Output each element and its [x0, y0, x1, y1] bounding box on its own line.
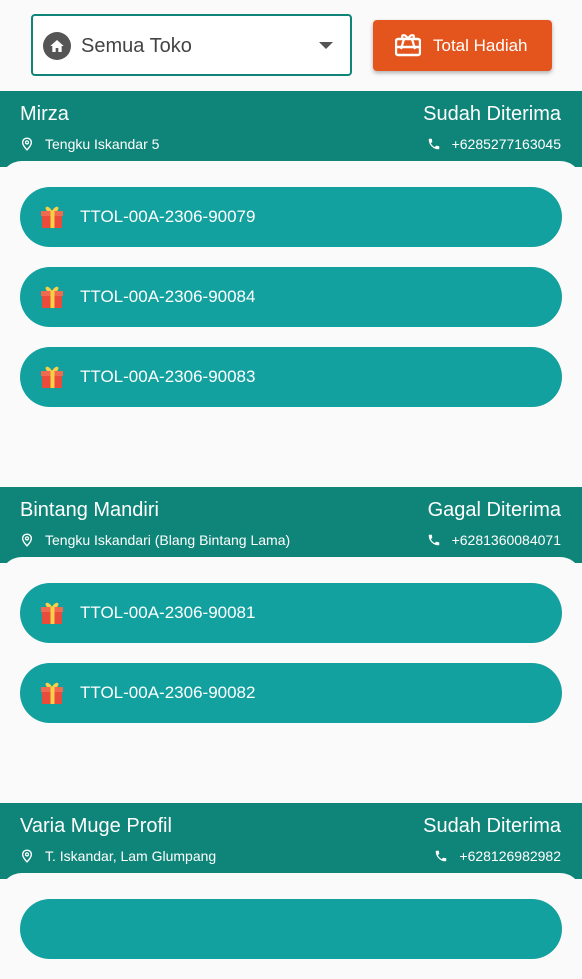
store-name: Mirza: [20, 103, 69, 125]
voucher-item[interactable]: TTOL-00A-2306-90081: [20, 583, 562, 643]
store-address-text: T. Iskandar, Lam Glumpang: [45, 848, 217, 864]
store-phone[interactable]: +628126982982: [434, 848, 561, 864]
store-address-text: Tengku Iskandari (Blang Bintang Lama): [45, 532, 291, 548]
gift-box-icon: [41, 206, 63, 228]
gift-box-icon: [41, 366, 63, 388]
top-filter-bar: Semua Toko Total Hadiah: [0, 0, 582, 91]
store-section: Varia Muge Profil Sudah Diterima T. Iska…: [0, 803, 582, 979]
voucher-code: TTOL-00A-2306-90083: [80, 367, 256, 386]
store-header: Varia Muge Profil Sudah Diterima T. Iska…: [0, 803, 582, 879]
store-dropdown-value: Semua Toko: [81, 35, 192, 57]
status-label: Sudah Diterima: [423, 103, 561, 125]
voucher-item[interactable]: TTOL-00A-2306-90079: [20, 187, 562, 247]
store-section: Bintang Mandiri Gagal Diterima Tengku Is…: [0, 487, 582, 743]
gift-card-icon: [394, 33, 422, 62]
voucher-list: TTOL-00A-2306-90079 TTOL-00A-2306-90084 …: [0, 161, 582, 407]
voucher-list: TTOL-00A-2306-90081 TTOL-00A-2306-90082: [0, 557, 582, 723]
store-address: T. Iskandar, Lam Glumpang: [20, 848, 216, 864]
store-phone[interactable]: +6285277163045: [427, 136, 561, 152]
voucher-item[interactable]: TTOL-00A-2306-90083: [20, 347, 562, 407]
gift-box-icon: [41, 602, 63, 624]
store-address: Tengku Iskandari (Blang Bintang Lama): [20, 532, 290, 548]
phone-icon: [428, 534, 439, 546]
location-pin-icon: [21, 137, 33, 151]
voucher-item[interactable]: TTOL-00A-2306-90082: [20, 663, 562, 723]
voucher-code: TTOL-00A-2306-90079: [80, 207, 256, 226]
store-phone-text: +6281360084071: [451, 532, 561, 548]
store-header: Bintang Mandiri Gagal Diterima Tengku Is…: [0, 487, 582, 563]
store-phone-text: +6285277163045: [451, 136, 561, 152]
voucher-code: TTOL-00A-2306-90081: [80, 603, 256, 622]
status-label: Gagal Diterima: [427, 499, 561, 521]
voucher-item[interactable]: [20, 899, 562, 959]
phone-icon: [436, 850, 447, 862]
store-dropdown[interactable]: Semua Toko: [31, 14, 352, 76]
store-phone[interactable]: +6281360084071: [427, 532, 561, 548]
voucher-item[interactable]: TTOL-00A-2306-90084: [20, 267, 562, 327]
status-label: Sudah Diterima: [423, 815, 561, 837]
total-hadiah-button[interactable]: Total Hadiah: [373, 20, 552, 71]
chevron-down-icon: [319, 42, 333, 49]
voucher-code: TTOL-00A-2306-90082: [80, 683, 256, 702]
store-header: Mirza Sudah Diterima Tengku Iskandar 5 +…: [0, 91, 582, 167]
store-phone-text: +628126982982: [459, 848, 561, 864]
store-name: Varia Muge Profil: [20, 815, 172, 837]
voucher-code: TTOL-00A-2306-90084: [80, 287, 256, 306]
voucher-list: [0, 873, 582, 959]
gift-box-icon: [41, 682, 63, 704]
total-hadiah-label: Total Hadiah: [433, 36, 528, 55]
store-address: Tengku Iskandar 5: [20, 136, 159, 152]
store-name: Bintang Mandiri: [20, 499, 159, 521]
store-address-text: Tengku Iskandar 5: [45, 136, 160, 152]
phone-icon: [428, 138, 439, 150]
location-pin-icon: [21, 533, 33, 547]
home-icon: [43, 32, 71, 60]
gift-box-icon: [41, 286, 63, 308]
store-section: Mirza Sudah Diterima Tengku Iskandar 5 +…: [0, 91, 582, 427]
location-pin-icon: [21, 849, 33, 863]
